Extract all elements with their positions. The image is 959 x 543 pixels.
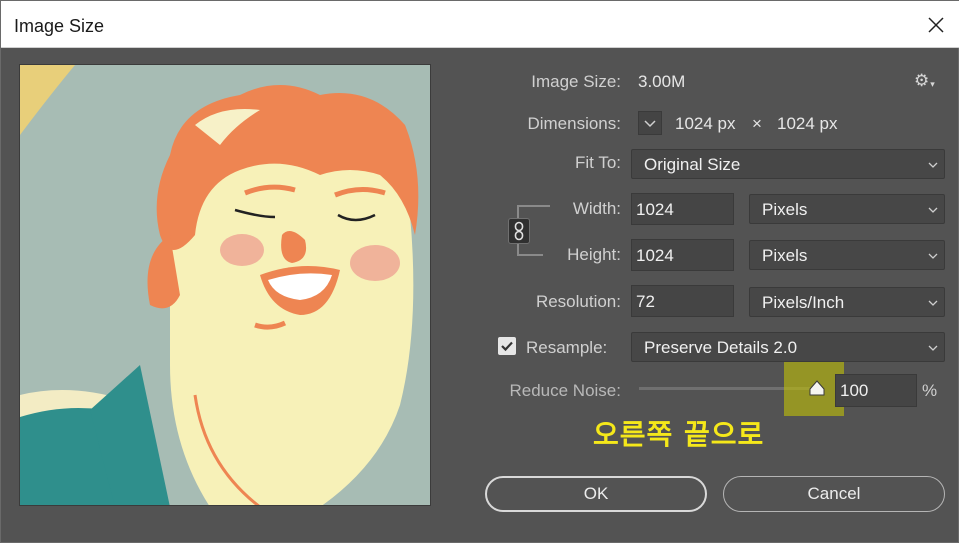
dimensions-width: 1024 px: [675, 114, 736, 133]
gear-icon: ⚙: [914, 71, 930, 90]
image-preview[interactable]: [19, 64, 431, 506]
chevron-down-icon: [928, 345, 938, 351]
resample-method-value: Preserve Details 2.0: [644, 338, 798, 357]
fit-to-value: Original Size: [644, 155, 741, 174]
chevron-down-icon: ▾: [930, 78, 935, 89]
dimensions-height: 1024 px: [777, 114, 838, 133]
dimensions-unit-dropdown[interactable]: [638, 111, 662, 135]
resample-checkbox[interactable]: [498, 337, 516, 355]
fit-to-dropdown[interactable]: Original Size: [631, 149, 945, 179]
settings-button[interactable]: ⚙ ▾: [914, 71, 944, 91]
resolution-unit-value: Pixels/Inch: [762, 293, 845, 312]
image-size-dialog: Image Size Image Size: 3.00M ⚙ ▾ Dimensi…: [0, 0, 959, 543]
image-size-value: 3.00M: [638, 72, 686, 91]
close-icon: [928, 16, 944, 33]
close-button[interactable]: [912, 1, 959, 48]
reduce-noise-label: Reduce Noise:: [509, 381, 621, 400]
annotation-text: 오른쪽 끝으로: [593, 418, 765, 451]
width-input[interactable]: 1024: [631, 193, 734, 225]
preview-illustration: [20, 65, 430, 505]
width-label: Width:: [572, 199, 621, 218]
dialog-title: Image Size: [14, 16, 105, 36]
height-input[interactable]: 1024: [631, 239, 734, 271]
dimensions-separator: ×: [752, 114, 762, 133]
ok-button[interactable]: OK: [485, 476, 707, 512]
resample-method-dropdown[interactable]: Preserve Details 2.0: [631, 332, 945, 362]
width-unit-value: Pixels: [762, 200, 808, 219]
image-size-label: Image Size:: [531, 72, 621, 91]
resolution-input[interactable]: 72: [631, 285, 734, 317]
link-bracket-bottom: [517, 244, 543, 256]
chevron-down-icon: [644, 120, 656, 128]
height-unit-dropdown[interactable]: Pixels: [749, 240, 945, 270]
title-bar: Image Size: [1, 1, 959, 48]
cancel-button[interactable]: Cancel: [723, 476, 945, 512]
constrain-proportions-toggle[interactable]: [508, 218, 530, 244]
reduce-noise-input[interactable]: 100: [835, 374, 917, 407]
reduce-noise-unit: %: [922, 381, 938, 400]
resolution-label: Resolution:: [535, 292, 621, 311]
chevron-down-icon: [928, 162, 938, 168]
checkmark-icon: [501, 341, 513, 352]
chevron-down-icon: [928, 207, 938, 213]
chevron-down-icon: [928, 253, 938, 259]
reduce-noise-slider-thumb[interactable]: [809, 380, 825, 396]
width-unit-dropdown[interactable]: Pixels: [749, 194, 945, 224]
resample-label: Resample:: [526, 338, 608, 357]
height-label: Height:: [567, 245, 621, 264]
fit-to-label: Fit To:: [575, 153, 621, 172]
chain-link-icon: [514, 221, 524, 241]
chevron-down-icon: [928, 300, 938, 306]
resolution-unit-dropdown[interactable]: Pixels/Inch: [749, 287, 945, 317]
dimensions-label: Dimensions:: [527, 114, 621, 133]
height-unit-value: Pixels: [762, 246, 808, 265]
